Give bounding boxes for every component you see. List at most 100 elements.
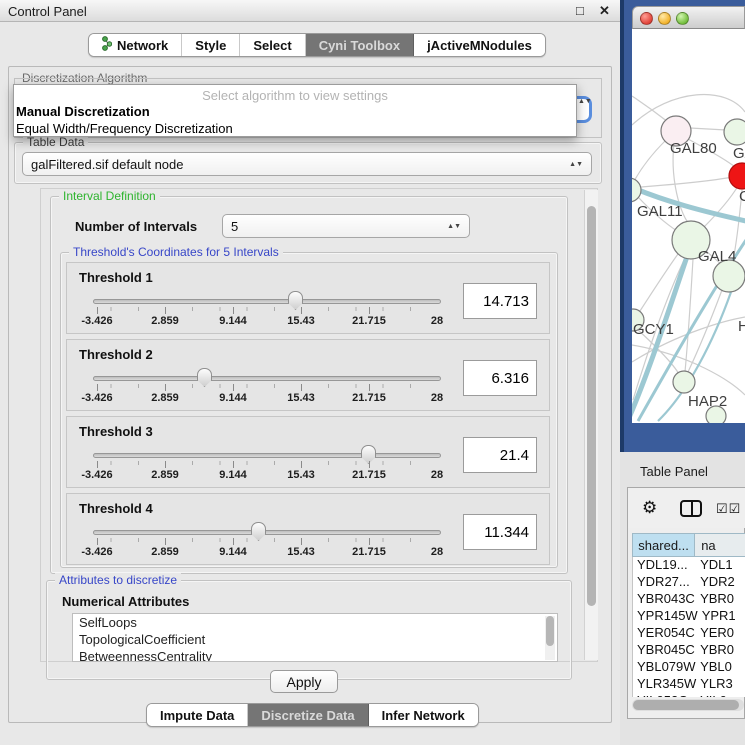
tab-infer-network-label: Infer Network: [382, 708, 465, 723]
tab-style[interactable]: Style: [182, 34, 240, 56]
attributes-group-title: Attributes to discretize: [55, 573, 181, 587]
table-row[interactable]: YDR27...YDR2: [633, 574, 745, 591]
cell: YER0: [696, 625, 745, 642]
tab-impute-data[interactable]: Impute Data: [147, 704, 248, 726]
control-panel-title: Control Panel: [8, 4, 87, 19]
threshold-2-panel: Threshold 2 -3.426 2.859 9.144 15.43 21.…: [66, 339, 550, 411]
threshold-1-tick-labels: -3.426 2.859 9.144 15.43 21.715 28: [97, 315, 437, 328]
threshold-2-label: Threshold 2: [79, 347, 153, 362]
number-of-intervals-value: 5: [231, 219, 238, 234]
tick-label: 28: [431, 469, 443, 481]
threshold-3-ticks: [97, 461, 437, 468]
threshold-1-value-field[interactable]: 14.713: [463, 283, 537, 319]
table-data-combo-value: galFiltered.sif default node: [31, 157, 183, 172]
tab-cyni-toolbox-label: Cyni Toolbox: [319, 38, 400, 53]
node-top-right[interactable]: [724, 119, 745, 145]
attributes-list-scrollbar-thumb[interactable]: [546, 616, 554, 646]
tab-select[interactable]: Select: [240, 34, 305, 56]
close-traffic-light-icon[interactable]: [640, 12, 653, 25]
threshold-1-slider-track[interactable]: [93, 299, 441, 304]
node-label-gcy1: GCY1: [633, 321, 674, 338]
bottom-tab-strip: Impute Data Discretize Data Infer Networ…: [146, 703, 479, 727]
table-row[interactable]: YBR043CYBR0: [633, 591, 745, 608]
list-item[interactable]: SelfLoops: [73, 614, 557, 631]
algorithm-popup-hint: Select algorithm to view settings: [14, 88, 576, 103]
tab-discretize-data-label: Discretize Data: [261, 708, 354, 723]
cell: YBR0: [696, 642, 745, 659]
table-row[interactable]: YPR145WYPR1: [633, 608, 745, 625]
list-item[interactable]: TopologicalCoefficient: [73, 631, 557, 648]
zoom-traffic-light-icon[interactable]: [676, 12, 689, 25]
tab-cyni-toolbox[interactable]: Cyni Toolbox: [306, 34, 414, 56]
number-of-intervals-label: Number of Intervals: [75, 219, 197, 234]
algorithm-dropdown-popup: Select algorithm to view settings Manual…: [13, 84, 577, 137]
tab-network-label: Network: [117, 38, 168, 53]
cell: YPR1: [698, 608, 745, 625]
table-header-row: shared... na: [632, 533, 745, 557]
horizontal-scrollbar-thumb[interactable]: [633, 700, 739, 710]
tick-label: 9.144: [219, 469, 247, 481]
algorithm-option-manual[interactable]: Manual Discretization: [16, 104, 576, 119]
horizontal-scrollbar[interactable]: [632, 699, 744, 711]
threshold-2-tick-labels: -3.426 2.859 9.144 15.43 21.715 28: [97, 392, 437, 405]
tick-label: -3.426: [81, 546, 112, 558]
column-header-shared-name[interactable]: shared...: [632, 533, 695, 557]
vertical-scrollbar[interactable]: [584, 190, 598, 660]
tick-label: 21.715: [352, 469, 386, 481]
tab-discretize-data[interactable]: Discretize Data: [248, 704, 368, 726]
threshold-3-slider-track[interactable]: [93, 453, 441, 458]
cell: YIL0: [696, 693, 745, 697]
tab-network[interactable]: Network: [89, 34, 182, 56]
apply-button[interactable]: Apply: [270, 670, 338, 693]
vertical-scrollbar-thumb[interactable]: [587, 206, 596, 606]
table-row[interactable]: YIL052CYIL0: [633, 693, 745, 697]
node-label-clipped-top: GA: [733, 145, 745, 162]
threshold-2-slider-track[interactable]: [93, 376, 441, 381]
threshold-4-value-field[interactable]: 11.344: [463, 514, 537, 550]
tick-label: 9.144: [219, 546, 247, 558]
table-row[interactable]: YER054CYER0: [633, 625, 745, 642]
tick-label: 9.144: [219, 392, 247, 404]
split-columns-icon[interactable]: [680, 500, 702, 517]
tick-label: 15.43: [287, 315, 315, 327]
column-header-name[interactable]: na: [695, 533, 745, 557]
tab-infer-network[interactable]: Infer Network: [369, 704, 478, 726]
table-data-group-title: Table Data: [23, 135, 88, 149]
number-of-intervals-combobox[interactable]: 5 ▲▼: [222, 214, 470, 238]
network-canvas[interactable]: GAL80 GA GAL11 C GAL4 GCY1 H HAP2: [632, 29, 745, 423]
network-window-titlebar[interactable]: [632, 6, 745, 29]
tick-label: 2.859: [151, 546, 179, 558]
cell: YBR043C: [633, 591, 696, 608]
node-label-gal11: GAL11: [637, 203, 683, 220]
table-row[interactable]: YBR045CYBR0: [633, 642, 745, 659]
node-label-clipped-low: H: [738, 318, 745, 335]
list-item[interactable]: BetweennessCentrality: [73, 648, 557, 662]
cell: YPR145W: [633, 608, 698, 625]
node-red-selected[interactable]: [729, 163, 745, 189]
algorithm-option-equal-width[interactable]: Equal Width/Frequency Discretization: [16, 121, 576, 136]
table-row[interactable]: YDL19...YDL1: [633, 557, 745, 574]
numerical-attributes-label: Numerical Attributes: [62, 594, 189, 609]
tab-jactivemnodules[interactable]: jActiveMNodules: [414, 34, 545, 56]
control-panel-titlebar: Control Panel □ ✕: [0, 0, 620, 22]
tick-label: 21.715: [352, 392, 386, 404]
threshold-2-value-field[interactable]: 6.316: [463, 360, 537, 396]
gear-icon[interactable]: ⚙: [642, 498, 657, 518]
minimize-traffic-light-icon[interactable]: [658, 12, 671, 25]
cell: YER054C: [633, 625, 696, 642]
table-row[interactable]: YLR345WYLR3: [633, 676, 745, 693]
threshold-4-slider-track[interactable]: [93, 530, 441, 535]
node-hap2[interactable]: [673, 371, 695, 393]
interval-definition-title: Interval Definition: [59, 189, 160, 203]
table-data-combobox[interactable]: galFiltered.sif default node ▲▼: [22, 152, 592, 176]
threshold-3-value-field[interactable]: 21.4: [463, 437, 537, 473]
close-icon[interactable]: ✕: [599, 3, 610, 19]
float-icon[interactable]: □: [576, 3, 584, 18]
cell: YBR0: [696, 591, 745, 608]
tick-label: 28: [431, 392, 443, 404]
checkbox-filter-icons[interactable]: ☑☑: [716, 501, 741, 517]
tick-label: 9.144: [219, 315, 247, 327]
attributes-list-scrollbar[interactable]: [545, 616, 555, 660]
attributes-list[interactable]: SelfLoops TopologicalCoefficient Between…: [72, 613, 558, 662]
table-row[interactable]: YBL079WYBL0: [633, 659, 745, 676]
